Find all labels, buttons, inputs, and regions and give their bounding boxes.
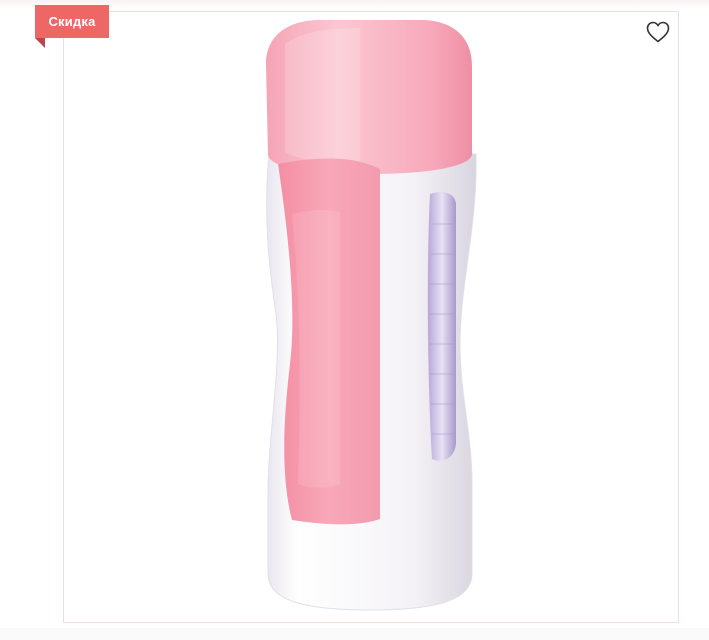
heart-outline-icon xyxy=(646,21,670,43)
add-to-favorites-button[interactable] xyxy=(643,17,673,47)
product-image[interactable] xyxy=(240,14,500,614)
discount-badge: Скидка xyxy=(35,5,109,38)
bottom-divider xyxy=(0,628,709,640)
badge-ribbon-fold xyxy=(35,38,45,48)
